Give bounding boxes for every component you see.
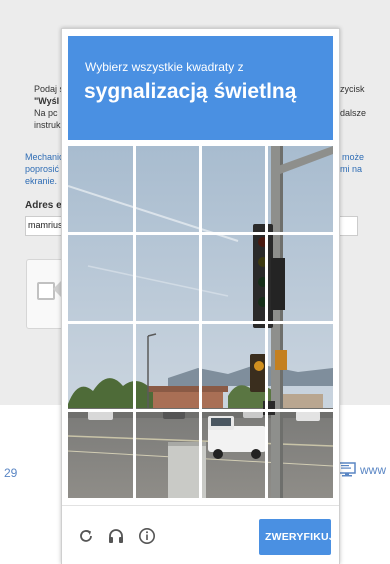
image-tile-r2-c3[interactable] <box>202 235 265 321</box>
image-tile-r4-c1[interactable] <box>68 412 133 498</box>
bg-text-line-4: instruk <box>34 120 61 130</box>
image-tile-r3-c3[interactable] <box>202 324 265 409</box>
captcha-instruction: Wybierz wszystkie kwadraty z <box>85 60 244 74</box>
email-input[interactable]: mamrius <box>25 216 63 236</box>
captcha-footer: ZWERYFIKUJ <box>62 505 339 564</box>
image-tile-r3-c4[interactable] <box>268 324 333 409</box>
email-label: Adres e <box>25 200 62 211</box>
bg-mechanic-right-1: może <box>342 152 365 162</box>
image-tile-r4-c4[interactable] <box>268 412 333 498</box>
image-tile-r3-c2[interactable] <box>136 324 199 409</box>
image-tile-r1-c2[interactable] <box>136 146 199 232</box>
image-tile-r1-c3[interactable] <box>202 146 265 232</box>
image-tile-r4-c2[interactable] <box>136 412 199 498</box>
bg-mechanic-right-2: mi na <box>340 164 363 174</box>
image-tile-r2-c1[interactable] <box>68 235 133 321</box>
captcha-header: Wybierz wszystkie kwadraty z sygnalizacj… <box>68 36 333 140</box>
image-tile-r3-c1[interactable] <box>68 324 133 409</box>
image-tile-r2-c2[interactable] <box>136 235 199 321</box>
verify-button[interactable]: ZWERYFIKUJ <box>259 519 335 555</box>
bg-mechanic-line-2: poprosić <box>25 164 60 174</box>
captcha-challenge: Wybierz wszystkie kwadraty z sygnalizacj… <box>61 28 340 564</box>
info-icon[interactable] <box>137 526 157 546</box>
footer-number: 29 <box>4 466 18 480</box>
image-tile-r2-c4[interactable] <box>268 235 333 321</box>
bg-text-line-2: "Wyśl <box>34 96 60 106</box>
audio-icon[interactable] <box>106 526 126 546</box>
bg-mechanic-line-3: ekranie. <box>25 176 58 186</box>
footer-link-text[interactable]: www <box>360 463 386 477</box>
monitor-icon <box>338 462 356 477</box>
bg-text-line-1: Podaj s <box>34 84 65 94</box>
bg-mechanic-line-1: Mechanic <box>25 152 64 162</box>
reload-icon[interactable] <box>76 526 96 546</box>
image-tile-r4-c3[interactable] <box>202 412 265 498</box>
footer-link[interactable]: www <box>338 462 386 478</box>
captcha-image <box>68 146 333 498</box>
image-tile-r1-c1[interactable] <box>68 146 133 232</box>
bg-text-right-1: zycisk <box>340 84 365 94</box>
bg-text-line-3: Na pc <box>34 108 58 118</box>
captcha-target: sygnalizacją świetlną <box>84 80 297 103</box>
image-tile-r1-c4[interactable] <box>268 146 333 232</box>
bg-text-right-2: dalsze <box>340 108 367 118</box>
